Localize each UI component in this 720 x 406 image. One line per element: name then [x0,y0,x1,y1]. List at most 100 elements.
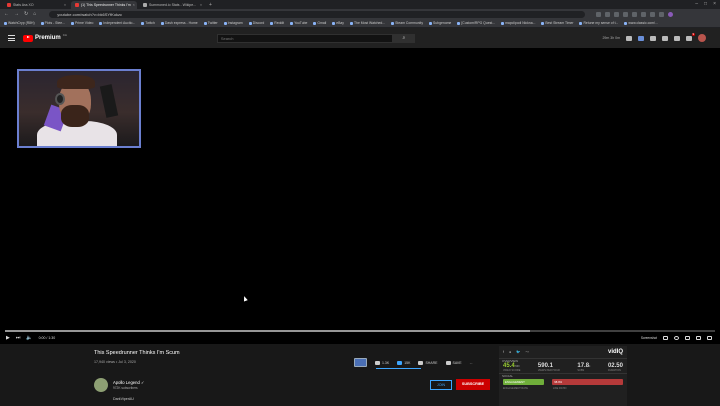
settings-gear-icon[interactable] [674,336,679,340]
youtube-logo[interactable]: Premium CA [23,33,67,42]
url-field[interactable]: youtube.com/watch?v=bk6SYfKokzc [49,10,586,18]
bookmark-item[interactable]: [Custom/RPG Quest... [457,21,495,25]
save-button[interactable]: SAVE [445,360,462,365]
bookmark-icon [332,21,336,25]
vidiq-panel: f ● 🐦 〜 vidIQ OVERVIEW 45.4/100 VIDEO SCO… [499,346,627,406]
extension-icon[interactable] [659,11,665,17]
search-input[interactable]: Search [216,33,393,43]
share-button[interactable]: SHARE [418,360,438,365]
browser-tab[interactable]: Stats Ass XO × [3,1,69,9]
trend-icon[interactable]: 〜 [525,350,529,355]
bookmark-icon [141,21,145,25]
next-icon[interactable]: ⏭ [16,335,21,341]
stat-video-score: 45.4/100 VIDEO SCORE [503,363,521,372]
minimize-icon[interactable]: – [695,1,698,7]
fullscreen-icon[interactable] [707,336,712,340]
extension-icon[interactable] [632,11,638,17]
bookmark-item[interactable]: Gmail [313,21,326,25]
captions-icon[interactable] [663,336,668,340]
maximize-icon[interactable]: □ [704,1,707,7]
miniplayer-icon[interactable] [685,336,690,340]
subscribe-button[interactable]: SUBSCRIBE [456,379,490,390]
reload-icon[interactable]: ↻ [24,11,28,17]
bookmark-item[interactable]: Reddit [270,21,284,25]
volume-icon[interactable]: 🔈 [26,335,32,341]
like-button[interactable]: 1.3K [375,360,389,365]
extension-icon[interactable] [614,11,620,17]
extension-icon[interactable] [650,11,656,17]
close-window-icon[interactable]: × [713,1,716,7]
home-icon[interactable]: ⌂ [33,11,36,17]
forward-icon[interactable]: → [14,11,19,17]
bookmark-icon [203,21,207,25]
extension-icon[interactable] [605,11,611,17]
bookmark-item[interactable]: www.classic.com/... [624,21,658,25]
twitter-icon[interactable]: 🐦 [516,350,520,354]
bookmark-item[interactable]: Dash express - Home [160,21,198,25]
new-tab-button[interactable]: + [209,1,212,9]
join-button[interactable]: JOIN [430,380,452,390]
create-video-icon[interactable] [662,35,668,41]
bookmark-item[interactable]: Best Stream Timer [541,21,573,25]
browser-tab[interactable]: Summoned.io Stats - Wikipe... × [139,1,205,9]
bookmark-item[interactable]: Discord [248,21,264,25]
bookmark-item[interactable]: Retune my sense of t... [579,21,618,25]
extension-icon[interactable] [650,35,656,41]
extension-save-icon[interactable] [354,358,367,367]
like-ratio-bar [376,368,421,369]
tab-favicon-icon [143,3,147,7]
browser-tab-active[interactable]: (1) This Speedrunner Thinks I'm × [71,1,137,9]
bookmark-item[interactable]: The Most Watched... [349,21,385,25]
bookmark-item[interactable]: Steam Community [391,21,423,25]
bookmark-item[interactable]: WatchCryp (R8H) [4,21,35,25]
reddit-icon[interactable]: ● [509,350,511,354]
account-avatar[interactable] [698,34,706,42]
hamburger-menu-icon[interactable] [8,35,15,41]
video-player[interactable] [0,48,720,344]
bookmark-item[interactable]: YouTube [290,21,307,25]
extension-icon[interactable] [596,11,602,17]
channel-name[interactable]: Apollo Legend ✓ [113,380,144,385]
back-icon[interactable]: ← [4,11,9,17]
bookmark-item[interactable]: Independent Auctio... [99,21,135,25]
bookmark-item[interactable]: Twitch [141,21,155,25]
bookmark-icon [429,21,433,25]
extension-icon[interactable] [623,11,629,17]
bookmark-item[interactable]: mapclipodi Nickna... [501,21,535,25]
buffered-progress [5,330,531,332]
dislike-button[interactable]: 15K [397,360,410,365]
stat-duration: 02.50 DURATION [607,363,623,372]
bookmark-item[interactable]: Prime Video [70,21,93,25]
close-tab-icon[interactable]: × [200,3,202,7]
bookmark-icon [391,21,395,25]
facebook-icon[interactable]: f [503,350,504,354]
vidiq-stats: 45.4/100 VIDEO SCORE 590.1 VIEWS PER HOUR … [499,362,627,373]
play-icon[interactable]: ▶ [6,335,10,341]
bookmark-item[interactable]: Instagram [223,21,243,25]
notifications-bell-icon[interactable]: 9 [686,32,695,41]
channel-avatar[interactable] [94,378,108,392]
theater-mode-icon[interactable] [696,336,701,340]
extension-icon[interactable] [641,11,647,17]
bookmark-icon [99,21,103,25]
close-tab-icon[interactable]: × [64,3,66,7]
bookmark-icon [624,21,628,25]
youtube-play-icon [23,34,33,42]
extension-icon[interactable] [626,35,632,41]
bookmarks-bar: WatchCryp (R8H) Plots - Stee... Prime Vi… [0,19,720,28]
bookmark-item[interactable]: Plots - Stee... [40,21,65,25]
close-tab-icon[interactable]: × [133,3,135,7]
like-ratio-bar: 98.9% [552,379,623,385]
apps-grid-icon[interactable] [674,35,680,41]
video-actions: 1.3K 15K SHARE SAVE ... [354,358,473,367]
video-progress-bar[interactable] [5,330,715,332]
bookmark-item[interactable]: Twitter [203,21,218,25]
search-button[interactable]: ⌕ [392,33,415,43]
bookmark-item[interactable]: Subgenome [429,21,451,25]
more-actions-button[interactable]: ... [470,361,473,365]
profile-avatar-icon[interactable] [668,11,674,17]
share-icon [418,360,424,365]
extension-icon[interactable] [638,35,644,41]
browser-tab-strip: Stats Ass XO × (1) This Speedrunner Think… [0,0,720,9]
bookmark-item[interactable]: eBay [332,21,344,25]
